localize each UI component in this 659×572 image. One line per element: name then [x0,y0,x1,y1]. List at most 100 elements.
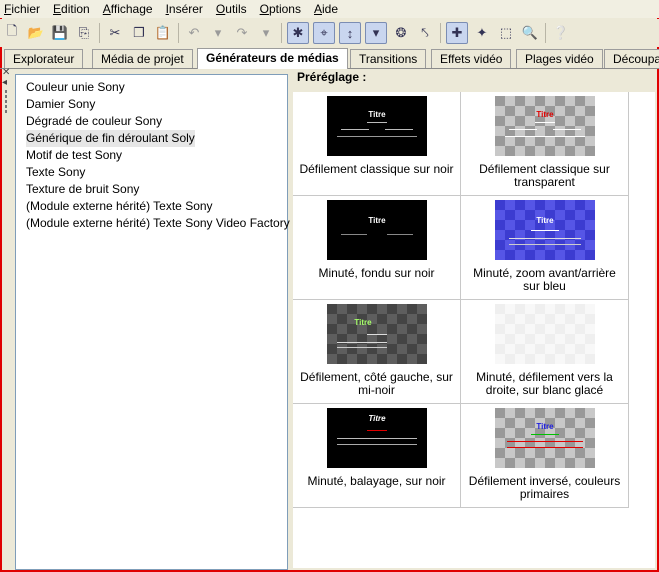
preset-tile[interactable]: Titre Défilement inversé, couleurs prima… [461,404,629,508]
toolbar-separator [545,23,546,43]
event-grouping-icon[interactable]: ❂ [391,23,411,43]
tab-generateurs-medias[interactable]: Générateurs de médias [197,48,348,69]
list-item[interactable]: Dégradé de couleur Sony [26,113,162,130]
thumbnail-text-line [507,447,583,448]
paste-icon[interactable]: 📋 [153,23,173,43]
thumbnail-text-line [337,136,417,137]
tab-transitions[interactable]: Transitions [350,49,427,68]
toolbar-separator [178,23,179,43]
list-item[interactable]: (Module externe hérité) Texte Sony [26,198,213,215]
envelope-tool-icon[interactable]: ✦ [472,23,492,43]
redo-dropdown-icon[interactable]: ▾ [256,23,276,43]
help-cursor-icon[interactable]: ❔ [551,23,571,43]
thumbnail-text-line [367,430,387,431]
undo-dropdown-icon[interactable]: ▾ [208,23,228,43]
preset-tile[interactable]: Titre Minuté, fondu sur noir [293,196,461,300]
thumbnail-text-line [531,230,559,231]
save-icon[interactable]: 💾 [50,23,70,43]
thumbnail-title: Titre [536,422,554,431]
thumbnail-text-line [337,347,387,348]
menu-options-mnemonic: O [259,2,269,16]
list-item[interactable]: Texture de bruit Sony [26,181,139,198]
menu-fichier-label: ichier [11,2,41,16]
preset-tile[interactable]: Titre Minuté, zoom avant/arrière sur ble… [461,196,629,300]
thumbnail-title: Titre [536,216,554,225]
thumbnail-text-line [367,122,387,123]
menu-aide[interactable]: Aide [310,2,347,16]
thumbnail-text-line [531,434,559,435]
preset-tile[interactable]: Titre Minuté, balayage, sur noir [293,404,461,508]
preset-thumbnail: Titre [327,96,427,156]
copy-icon[interactable]: ❐ [129,23,149,43]
preset-tile[interactable]: Titre Défilement classique sur transpare… [461,92,629,196]
tab-effets-video[interactable]: Effets vidéo [431,49,512,68]
preset-label: Minuté, balayage, sur noir [307,474,446,488]
selection-tool-icon[interactable]: ⬚ [496,23,516,43]
menu-edition[interactable]: Edition [49,2,99,16]
thumbnail-text-line [385,129,413,130]
tab-media-projet[interactable]: Média de projet [92,49,193,68]
preset-label: Défilement inversé, couleurs primaires [468,474,621,501]
cut-icon[interactable]: ✂ [105,23,125,43]
normal-edit-tool-icon[interactable]: ✚ [446,22,468,44]
auto-crossfade-icon[interactable]: ⌖ [313,22,335,44]
thumbnail-text-line [337,444,417,445]
undo-icon[interactable]: ↶ [184,23,204,43]
preset-thumbnail [495,304,595,364]
preset-heading: Préréglage : [297,70,367,84]
tab-explorateur[interactable]: Explorateur [4,49,84,68]
thumbnail-text-line [341,129,369,130]
preset-label: Minuté, zoom avant/arrière sur bleu [473,266,616,293]
grip-icon[interactable] [5,90,7,93]
thumbnail-text-line [505,136,585,137]
menu-options[interactable]: Options [256,2,310,16]
auto-ripple-icon[interactable]: ✱ [287,22,309,44]
thumbnail-text-line [509,238,581,239]
grip-icon[interactable] [5,110,7,113]
preset-thumbnail: Titre [495,96,595,156]
menu-inserer[interactable]: Insérer [162,2,212,16]
list-item[interactable]: Texte Sony [26,164,85,181]
properties-icon[interactable]: ⎘ [74,23,94,43]
tab-decoupage[interactable]: Découpage [604,49,659,68]
thumbnail-title: Titre [354,318,372,327]
preset-thumbnail: Titre [495,200,595,260]
thumbnail-text-line [507,441,583,442]
snapping-icon[interactable]: ↕ [339,22,361,44]
thumbnail-text-line [367,334,387,335]
menu-aide-mnemonic: A [313,2,322,16]
menu-fichier[interactable]: Fichier [0,2,49,16]
list-item[interactable]: Couleur unie Sony [26,79,125,96]
redo-icon[interactable]: ↷ [232,23,252,43]
new-file-icon[interactable]: 🗋 [2,23,22,43]
preset-thumbnail: Titre [327,304,427,364]
grip-icon[interactable] [5,105,7,108]
preset-tile[interactable]: Titre Défilement classique sur noir [293,92,461,196]
generator-list: Couleur unie Sony Damier Sony Dégradé de… [15,74,290,570]
list-item[interactable]: Damier Sony [26,96,95,113]
snapping-dropdown-icon[interactable]: ▾ [365,22,387,44]
list-item-selected[interactable]: Générique de fin déroulant Soly [26,130,195,147]
list-item[interactable]: (Module externe hérité) Texte Sony Video… [26,215,290,232]
grip-icon[interactable] [5,95,7,98]
lock-envelopes-icon[interactable]: ⤣ [415,23,435,43]
preset-tile[interactable]: Titre Défilement, côté gauche, sur mi-no… [293,300,461,404]
zoom-tool-icon[interactable]: 🔍 [520,23,540,43]
grip-icon[interactable] [5,100,7,103]
thumbnail-title: Titre [368,216,386,225]
toolbar-separator [281,23,282,43]
tab-plages-video[interactable]: Plages vidéo [516,49,603,68]
open-folder-icon[interactable]: 📂 [26,23,46,43]
thumbnail-text-line [341,234,367,235]
menu-inserer-label: nsérer [168,2,203,16]
preset-thumbnail: Titre [495,408,595,468]
pin-icon[interactable]: ◂ [2,78,12,88]
menu-affichage[interactable]: Affichage [99,2,162,16]
preset-label: Défilement, côté gauche, sur mi-noir [300,370,453,397]
list-item[interactable]: Motif de test Sony [26,147,122,164]
menu-outils[interactable]: Outils [212,2,256,16]
preset-tile[interactable]: Minuté, défilement vers la droite, sur b… [461,300,629,404]
preset-label: Défilement classique sur transparent [479,162,610,189]
window-docking-strip: ✕ ◂ [2,68,12,568]
thumbnail-text-line [553,129,581,130]
